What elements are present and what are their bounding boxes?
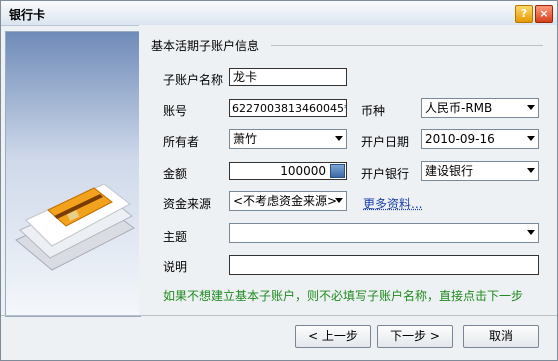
wizard-side-image	[5, 31, 141, 317]
fund-source-value: <不考虑资金来源>	[233, 194, 338, 208]
close-icon[interactable]: ×	[535, 5, 553, 23]
chevron-down-icon	[527, 168, 535, 173]
group-divider	[271, 45, 543, 46]
open-bank-label: 开户银行	[361, 167, 410, 181]
open-date-label: 开户日期	[361, 135, 410, 149]
currency-label: 币种	[361, 104, 386, 118]
chevron-down-icon	[335, 198, 343, 203]
account-number-label: 账号	[163, 104, 188, 118]
title-bar: 银行卡 ? ×	[1, 1, 557, 26]
prev-button[interactable]: < 上一步	[295, 325, 371, 348]
more-info-link[interactable]: 更多资料...	[363, 195, 422, 212]
amount-label: 金额	[163, 167, 188, 181]
account-number-input[interactable]: 6227003813460045***	[229, 99, 347, 117]
open-date-value: 2010-09-16	[425, 132, 495, 146]
chevron-down-icon	[527, 136, 535, 141]
group-title: 基本活期子账户信息	[151, 39, 260, 53]
subject-select[interactable]	[229, 223, 539, 243]
owner-label: 所有者	[163, 135, 200, 149]
amount-value: 100000	[280, 164, 326, 178]
credit-card-illustration-icon	[15, 183, 135, 271]
bank-card-dialog: 银行卡 ? × 基本活期子账户信息 子账户名称 龙卡 账号 6227003813…	[0, 0, 558, 361]
cancel-button[interactable]: 取消	[463, 325, 539, 348]
amount-input[interactable]: 100000	[229, 162, 347, 180]
currency-select[interactable]: 人民币-RMB	[421, 98, 539, 118]
subject-label: 主题	[163, 230, 188, 244]
open-date-picker[interactable]: 2010-09-16	[421, 129, 539, 149]
description-label: 说明	[163, 260, 188, 274]
sub-account-name-label: 子账户名称	[163, 73, 224, 87]
form-area: 基本活期子账户信息 子账户名称 龙卡 账号 6227003813460045**…	[139, 25, 557, 315]
fund-source-select[interactable]: <不考虑资金来源>	[229, 191, 347, 211]
next-button[interactable]: 下一步 >	[377, 325, 453, 348]
owner-select[interactable]: 萧竹	[229, 129, 347, 149]
open-bank-select[interactable]: 建设银行	[421, 161, 539, 181]
chevron-down-icon	[335, 136, 343, 141]
open-bank-value: 建设银行	[425, 164, 474, 178]
owner-value: 萧竹	[233, 132, 258, 146]
hint-text: 如果不想建立基本子账户，则不必填写子账户名称，直接点击下一步	[163, 289, 524, 303]
chevron-down-icon	[527, 105, 535, 110]
footer-divider	[1, 315, 557, 316]
chevron-down-icon	[527, 230, 535, 235]
calculator-icon[interactable]	[330, 164, 345, 178]
currency-value: 人民币-RMB	[425, 101, 493, 115]
fund-source-label: 资金来源	[163, 197, 212, 211]
sub-account-name-input[interactable]: 龙卡	[229, 68, 347, 86]
window-title: 银行卡	[9, 8, 46, 22]
help-icon[interactable]: ?	[515, 5, 533, 23]
description-input[interactable]	[229, 255, 539, 275]
